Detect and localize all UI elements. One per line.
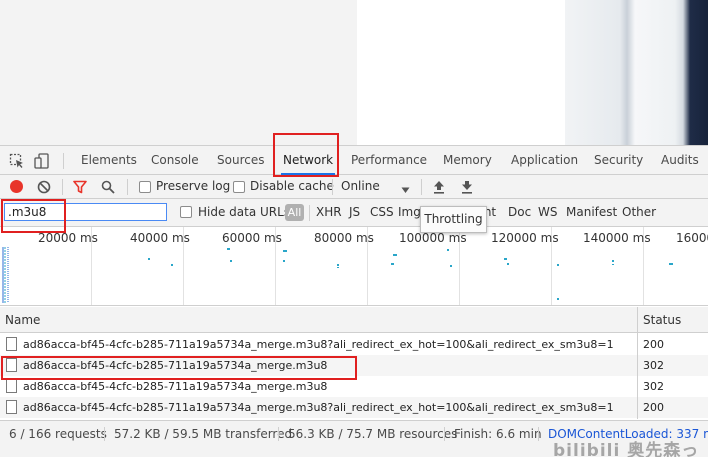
status-divider: [278, 427, 279, 441]
import-har-icon[interactable]: [433, 180, 445, 194]
request-row[interactable]: ad86acca-bf45-4cfc-b285-711a19a5734a_mer…: [0, 376, 708, 397]
file-icon: [6, 379, 17, 393]
request-row[interactable]: ad86acca-bf45-4cfc-b285-711a19a5734a_mer…: [0, 334, 708, 355]
tab-memory[interactable]: Memory: [443, 146, 492, 175]
hide-data-urls-label[interactable]: Hide data URLs: [198, 199, 290, 226]
disable-cache-label[interactable]: Disable cache: [250, 175, 334, 198]
page-content-panel: [357, 0, 565, 145]
filter-type-other[interactable]: Other: [622, 199, 656, 226]
device-toolbar-icon[interactable]: [34, 153, 50, 169]
tab-security[interactable]: Security: [594, 146, 643, 175]
request-status: 302: [643, 359, 664, 372]
hide-data-urls-checkbox[interactable]: [180, 206, 192, 218]
network-overview[interactable]: 20000 ms 40000 ms 60000 ms 80000 ms 1000…: [0, 227, 708, 306]
request-count: 6 / 166 requests: [9, 427, 107, 441]
requests-table-header: Name Status: [0, 307, 708, 333]
request-status: 302: [643, 380, 664, 393]
status-divider: [538, 427, 539, 441]
inspect-element-icon[interactable]: [9, 153, 25, 169]
transferred-size: 57.2 KB / 59.5 MB transferred: [114, 427, 293, 441]
search-icon[interactable]: [101, 180, 115, 194]
status-divider: [104, 427, 105, 441]
tab-console[interactable]: Console: [151, 146, 199, 175]
resources-size: 56.3 KB / 75.7 MB resources: [288, 427, 458, 441]
filter-type-css[interactable]: CSS: [370, 199, 394, 226]
preserve-log-checkbox[interactable]: [139, 181, 151, 193]
filter-bar: Hide data URLs All XHR JS CSS Img Media …: [0, 199, 708, 227]
throttling-select[interactable]: Online: [341, 175, 380, 198]
devtools-tab-bar: Elements Console Sources Network Perform…: [0, 145, 708, 175]
export-har-icon[interactable]: [461, 180, 473, 194]
column-header-status[interactable]: Status: [643, 307, 681, 333]
tab-audits[interactable]: Audits: [661, 146, 699, 175]
disable-cache-checkbox[interactable]: [233, 181, 245, 193]
network-toolbar: Preserve log Disable cache Online: [0, 175, 708, 199]
file-icon: [6, 400, 17, 414]
filter-type-manifest[interactable]: Manifest: [566, 199, 617, 226]
record-button[interactable]: [10, 180, 23, 193]
tab-performance[interactable]: Performance: [351, 146, 427, 175]
request-row[interactable]: ad86acca-bf45-4cfc-b285-711a19a5734a_mer…: [0, 355, 708, 376]
request-name[interactable]: ad86acca-bf45-4cfc-b285-711a19a5734a_mer…: [23, 376, 327, 397]
throttling-tooltip: Throttling: [420, 206, 487, 233]
request-status: 200: [643, 401, 664, 414]
toolbar-divider: [332, 179, 333, 195]
column-divider[interactable]: [637, 307, 638, 419]
tab-network[interactable]: Network: [280, 146, 336, 175]
filter-type-img[interactable]: Img: [398, 199, 421, 226]
page-image: [565, 0, 708, 145]
filter-type-doc[interactable]: Doc: [508, 199, 531, 226]
dcl-marker-lines: [2, 247, 9, 303]
toolbar-divider: [62, 179, 63, 195]
request-name[interactable]: ad86acca-bf45-4cfc-b285-711a19a5734a_mer…: [23, 334, 614, 355]
page-viewport: [0, 0, 708, 145]
tab-sources[interactable]: Sources: [217, 146, 264, 175]
waterfall-bars: [148, 248, 673, 300]
dropdown-arrow-icon[interactable]: [401, 183, 410, 193]
filter-icon[interactable]: [73, 180, 87, 194]
watermark: bilibili 奥先森っ: [553, 441, 700, 457]
request-status: 200: [643, 338, 664, 351]
clear-icon[interactable]: [37, 180, 51, 194]
filter-input[interactable]: [4, 203, 167, 221]
toolbar-divider: [127, 179, 128, 195]
request-row[interactable]: ad86acca-bf45-4cfc-b285-711a19a5734a_mer…: [0, 397, 708, 418]
request-name[interactable]: ad86acca-bf45-4cfc-b285-711a19a5734a_mer…: [23, 355, 327, 376]
overview-waterfall: [2, 247, 673, 303]
request-name[interactable]: ad86acca-bf45-4cfc-b285-711a19a5734a_mer…: [23, 397, 614, 418]
filter-type-all[interactable]: All: [285, 204, 304, 221]
filter-type-xhr[interactable]: XHR: [316, 199, 342, 226]
status-divider: [444, 427, 445, 441]
tab-application[interactable]: Application: [511, 146, 578, 175]
tab-elements[interactable]: Elements: [81, 146, 137, 175]
file-icon: [6, 337, 17, 351]
column-header-name[interactable]: Name: [5, 307, 40, 333]
tab-bar-divider: [63, 153, 64, 169]
filter-type-ws[interactable]: WS: [538, 199, 557, 226]
filter-type-js[interactable]: JS: [349, 199, 360, 226]
toolbar-divider: [421, 179, 422, 195]
filter-divider: [309, 205, 310, 221]
preserve-log-label[interactable]: Preserve log: [156, 175, 230, 198]
finish-time: Finish: 6.6 min: [454, 427, 542, 441]
file-icon: [6, 358, 17, 372]
